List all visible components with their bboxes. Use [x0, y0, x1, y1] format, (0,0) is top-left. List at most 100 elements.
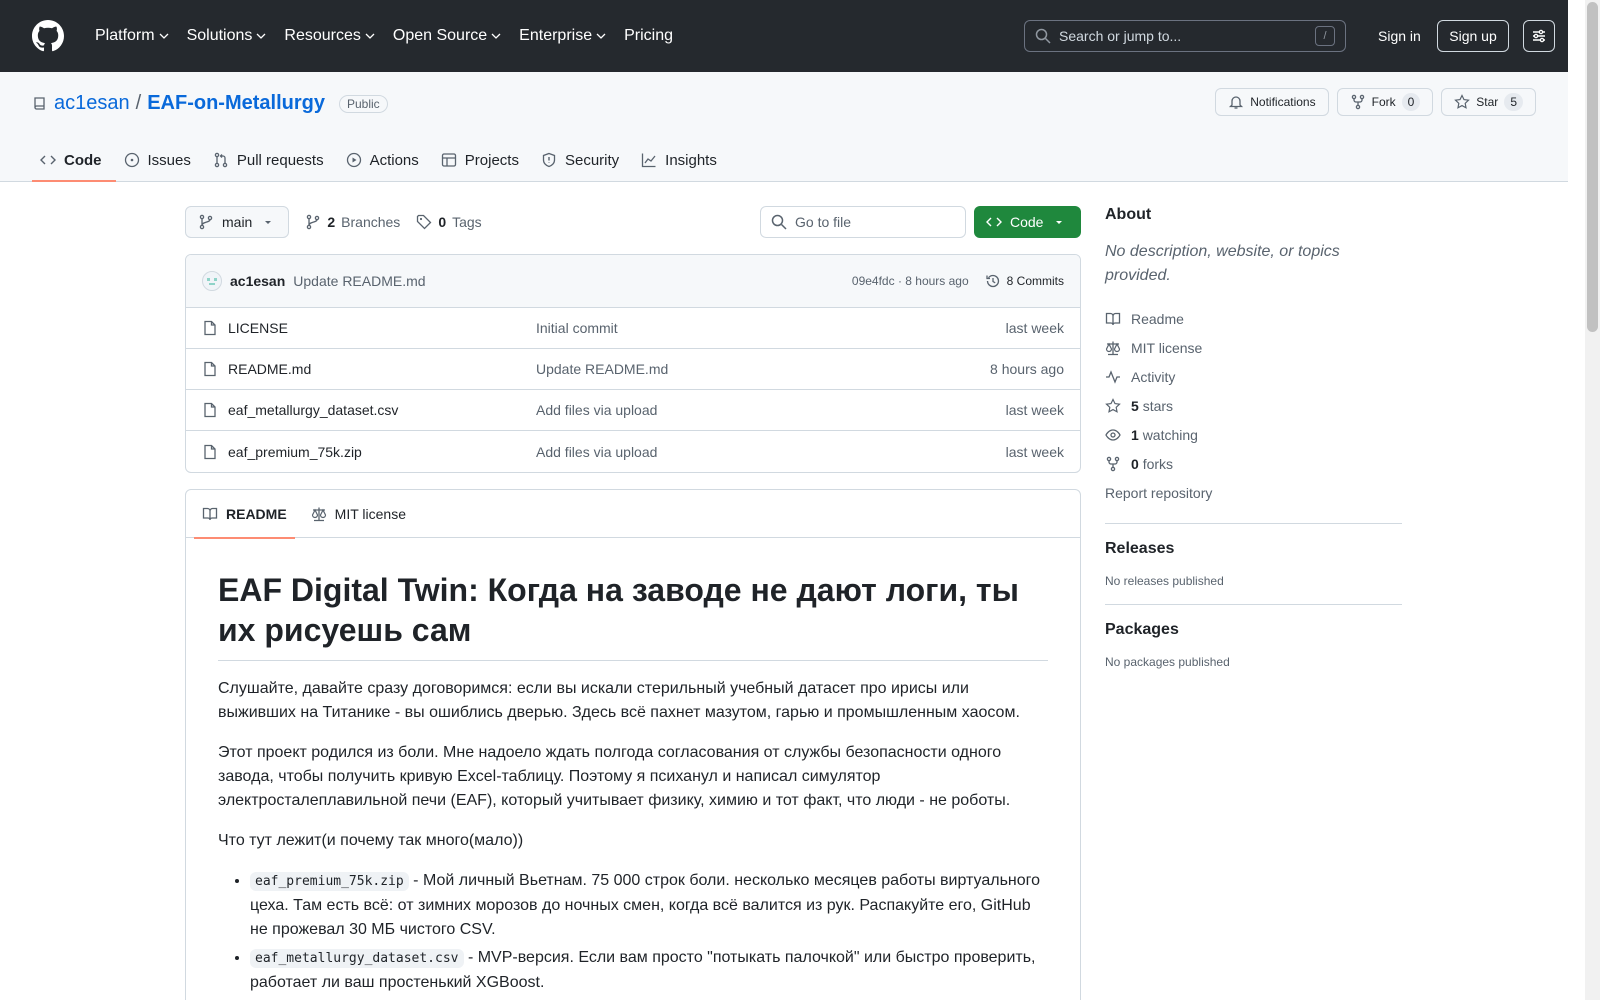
stars-link[interactable]: 5 stars: [1105, 391, 1402, 420]
tab-projects[interactable]: Projects: [433, 138, 533, 182]
file-row[interactable]: README.md Update README.md 8 hours ago: [186, 349, 1080, 390]
graph-icon: [642, 153, 656, 168]
tab-readme[interactable]: README: [194, 490, 295, 539]
scrollbar-thumb[interactable]: [1587, 2, 1598, 332]
readme-panel: README MIT license EAF Digital Twin: Ког…: [185, 489, 1081, 1000]
code-dropdown-button[interactable]: Code: [974, 206, 1081, 238]
file-commit-time: last week: [1005, 320, 1064, 336]
file-name[interactable]: eaf_premium_75k.zip: [228, 444, 362, 460]
fork-button[interactable]: Fork 0: [1336, 88, 1434, 116]
file-icon: [204, 320, 216, 336]
nav-platform[interactable]: Platform: [86, 21, 178, 51]
scale-icon: [311, 507, 326, 521]
divider: [1105, 523, 1402, 524]
code-icon: [986, 217, 1002, 227]
file-commit-message[interactable]: Add files via upload: [536, 402, 1006, 418]
tab-pull-requests[interactable]: Pull requests: [205, 138, 338, 182]
chevron-down-icon: [256, 33, 266, 39]
file-commit-time: last week: [1005, 402, 1064, 418]
nav-pricing[interactable]: Pricing: [615, 21, 682, 51]
tab-code[interactable]: Code: [32, 138, 116, 182]
file-commit-message[interactable]: Update README.md: [536, 361, 990, 377]
readme-paragraph: Слушайте, давайте сразу договоримся: есл…: [218, 680, 1020, 721]
go-to-file-input[interactable]: Go to file: [760, 206, 966, 238]
sign-up-button[interactable]: Sign up: [1437, 20, 1509, 52]
file-icon: [204, 361, 216, 377]
nav-enterprise[interactable]: Enterprise: [510, 21, 615, 51]
star-count: 5: [1504, 93, 1523, 111]
repo-icon: [34, 96, 45, 110]
readme-paragraph: Что тут лежит(и почему так много(мало)): [218, 832, 524, 849]
notifications-button[interactable]: Notifications: [1215, 88, 1329, 116]
file-commit-time: last week: [1005, 443, 1064, 460]
history-icon: [986, 274, 999, 288]
license-link[interactable]: MIT license: [1105, 333, 1402, 362]
releases-heading[interactable]: Releases: [1105, 540, 1402, 558]
sliders-icon: [1533, 29, 1545, 43]
file-commit-time: 8 hours ago: [990, 361, 1064, 377]
tab-security[interactable]: Security: [533, 138, 633, 182]
branches-link[interactable]: 2 Branches: [305, 214, 400, 230]
file-row[interactable]: eaf_metallurgy_dataset.csv Add files via…: [186, 390, 1080, 431]
tab-mit-license[interactable]: MIT license: [303, 490, 414, 538]
book-icon: [1105, 312, 1121, 325]
commit-meta: 09e4fdc · 8 hours ago 8 Commits: [852, 273, 1064, 289]
fork-icon: [1351, 94, 1364, 110]
nav-resources[interactable]: Resources: [275, 21, 383, 51]
search-icon: [771, 214, 787, 230]
file-name[interactable]: eaf_metallurgy_dataset.csv: [228, 402, 398, 418]
chevron-down-icon: [491, 33, 501, 39]
github-logo-icon[interactable]: [32, 20, 64, 52]
readme-link[interactable]: Readme: [1105, 304, 1402, 333]
repo-title: ac1esan / EAF-on-Metallurgy Public: [32, 92, 388, 115]
triangle-down-icon: [265, 221, 272, 224]
tags-link[interactable]: 0 Tags: [416, 214, 482, 230]
watching-link[interactable]: 1 watching: [1105, 420, 1402, 449]
readme-content: EAF Digital Twin: Когда на заводе не даю…: [186, 538, 1080, 995]
file-icon: [204, 444, 216, 459]
bell-icon: [1229, 96, 1244, 109]
commits-history-link[interactable]: 8 Commits: [985, 273, 1064, 289]
report-repository-link[interactable]: Report repository: [1105, 478, 1402, 507]
star-button[interactable]: Star 5: [1441, 88, 1536, 116]
file-name[interactable]: LICENSE: [228, 320, 288, 336]
nav-open-source[interactable]: Open Source: [384, 21, 510, 51]
repo-name-link[interactable]: EAF-on-Metallurgy: [147, 92, 325, 115]
file-name[interactable]: README.md: [228, 361, 311, 377]
menu-sliders-button[interactable]: [1523, 20, 1555, 52]
avatar[interactable]: [202, 271, 222, 291]
global-nav: Platform Solutions Resources Open Source…: [86, 21, 682, 51]
file-row[interactable]: LICENSE Initial commit last week: [186, 308, 1080, 349]
file-commit-message[interactable]: Add files via upload: [536, 444, 1006, 460]
tab-issues[interactable]: Issues: [116, 138, 205, 182]
forks-link[interactable]: 0 forks: [1105, 449, 1402, 478]
star-icon: [1454, 94, 1471, 109]
pull-request-icon: [214, 152, 228, 168]
repo-owner-link[interactable]: ac1esan: [54, 92, 130, 115]
scale-icon: [1105, 341, 1121, 355]
chevron-down-icon: [159, 33, 169, 39]
triangle-down-icon: [1056, 221, 1063, 224]
packages-heading[interactable]: Packages: [1105, 621, 1402, 639]
file-commit-message[interactable]: Initial commit: [536, 320, 1006, 336]
shield-icon: [542, 152, 556, 168]
sign-in-link[interactable]: Sign in: [1368, 20, 1431, 52]
activity-link[interactable]: Activity: [1105, 362, 1402, 391]
tab-actions[interactable]: Actions: [338, 138, 433, 182]
commit-author[interactable]: ac1esan: [230, 273, 285, 289]
file-row[interactable]: eaf_premium_75k.zip Add files via upload…: [186, 431, 1080, 472]
commit-message[interactable]: Update README.md: [293, 273, 425, 289]
search-icon: [1035, 28, 1051, 44]
tab-insights[interactable]: Insights: [633, 138, 731, 182]
commit-hash-time[interactable]: 09e4fdc · 8 hours ago: [852, 274, 969, 288]
repo-actions: Notifications Fork 0 Star 5: [1215, 88, 1536, 116]
about-heading: About: [1105, 206, 1152, 223]
branch-selector[interactable]: main: [185, 206, 290, 238]
list-item: eaf_metallurgy_dataset.csv - MVP-версия.…: [250, 946, 1048, 995]
fork-icon: [1106, 456, 1120, 471]
nav-solutions[interactable]: Solutions: [178, 21, 276, 51]
readme-list: eaf_premium_75k.zip - Мой личный Вьетнам…: [218, 869, 1048, 995]
global-search-input[interactable]: Search or jump to... /: [1024, 20, 1346, 52]
page-scrollbar[interactable]: [1585, 0, 1600, 1000]
readme-paragraph: Этот проект родился из боли. Мне надоело…: [218, 744, 1011, 809]
